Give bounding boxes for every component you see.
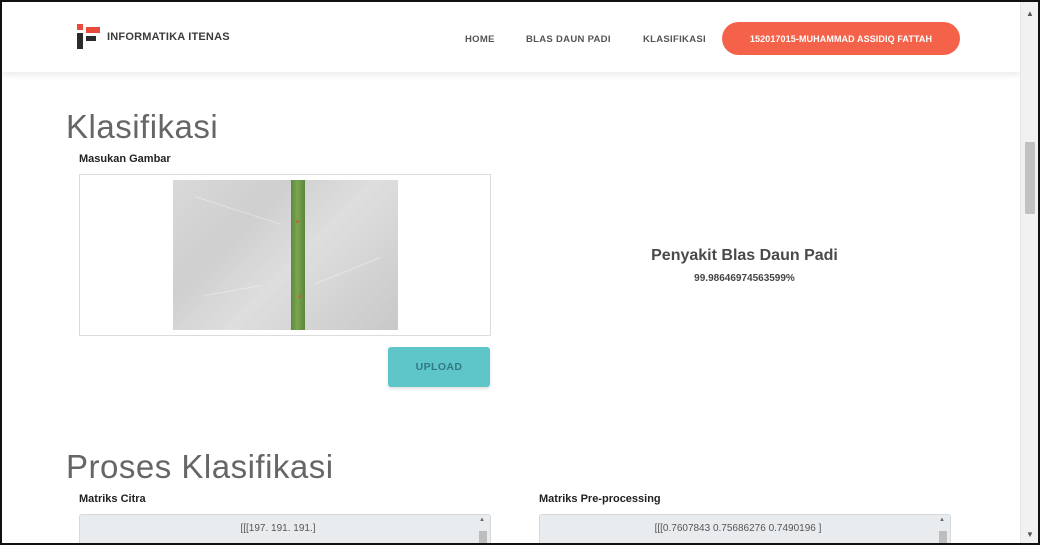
browser-viewport: INFORMATIKA ITENAS HOME BLAS DAUN PADI K…: [0, 0, 1040, 545]
image-preview-box: [79, 174, 491, 336]
navbar: INFORMATIKA ITENAS HOME BLAS DAUN PADI K…: [2, 2, 1020, 72]
input-image-label: Masukan Gambar: [79, 153, 171, 165]
matrix-preprocessing-textarea[interactable]: [[[0.7607843 0.75686276 0.7490196 ] ▲: [539, 514, 951, 543]
nav-link-home[interactable]: HOME: [465, 34, 495, 45]
textarea-scrollbar[interactable]: ▲: [478, 517, 488, 543]
user-account-button[interactable]: 152017015-MUHAMMAD ASSIDIQ FATTAH: [722, 22, 960, 55]
upload-button[interactable]: UPLOAD: [388, 347, 490, 387]
page-title: Klasifikasi: [66, 108, 219, 146]
scroll-down-arrow-icon[interactable]: ▼: [1026, 530, 1034, 539]
scroll-up-arrow-icon[interactable]: ▲: [1026, 9, 1034, 18]
textarea-scrollbar[interactable]: ▲: [938, 517, 948, 543]
brand[interactable]: INFORMATIKA ITENAS: [77, 24, 230, 50]
textarea-scroll-thumb[interactable]: [479, 531, 487, 543]
matrix-citra-label: Matriks Citra: [79, 493, 146, 505]
leaf-blade: [291, 180, 305, 330]
textarea-scroll-thumb[interactable]: [939, 531, 947, 543]
page-scrollbar[interactable]: ▲ ▼: [1020, 2, 1038, 543]
matrix-citra-textarea[interactable]: [[[197. 191. 191.] ▲: [79, 514, 491, 543]
matrix-citra-value: [[[197. 191. 191.]: [240, 523, 316, 534]
process-section-title: Proses Klasifikasi: [66, 448, 334, 486]
nav-link-blas-daun-padi[interactable]: BLAS DAUN PADI: [526, 34, 611, 45]
matrix-preprocessing-label: Matriks Pre-processing: [539, 493, 661, 505]
rice-leaf-photo: [173, 180, 398, 330]
brand-logo-icon: [77, 24, 101, 50]
page-scroll-thumb[interactable]: [1025, 142, 1035, 214]
classification-result-title: Penyakit Blas Daun Padi: [651, 247, 838, 264]
scroll-up-arrow-icon[interactable]: ▲: [939, 517, 945, 523]
nav-link-klasifikasi[interactable]: KLASIFIKASI: [643, 34, 706, 45]
scroll-up-arrow-icon[interactable]: ▲: [479, 517, 485, 523]
matrix-preprocessing-value: [[[0.7607843 0.75686276 0.7490196 ]: [654, 523, 822, 534]
classification-confidence: 99.98646974563599%: [694, 273, 795, 284]
brand-name: INFORMATIKA ITENAS: [107, 31, 230, 43]
